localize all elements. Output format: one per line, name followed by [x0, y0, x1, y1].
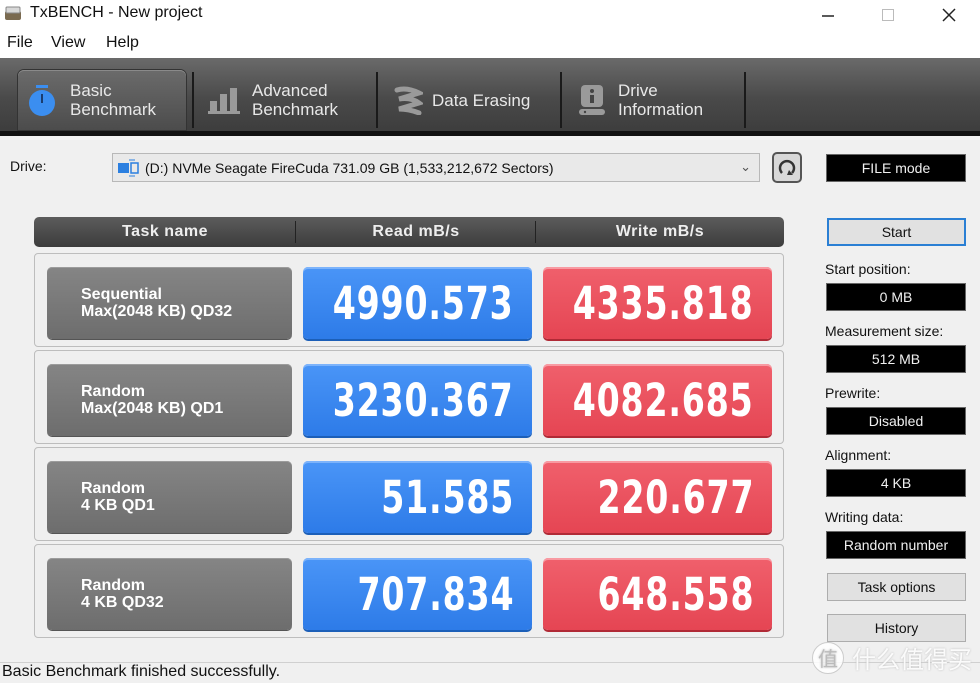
read-value: 3230.367 [333, 373, 514, 427]
start-button[interactable]: Start [827, 218, 966, 246]
tab-label-line2: Benchmark [70, 100, 156, 119]
task-line1: Sequential [81, 286, 162, 303]
start-position-value[interactable]: 0 MB [826, 283, 966, 311]
maximize-icon [882, 9, 894, 21]
history-button[interactable]: History [827, 614, 966, 642]
header-task-name: Task name [121, 223, 209, 240]
tab-data-erasing[interactable]: Data Erasing [390, 70, 558, 130]
maximize-button[interactable] [865, 0, 911, 30]
minimize-button[interactable] [805, 0, 851, 30]
stopwatch-icon [24, 82, 60, 118]
drive-icon [118, 159, 139, 176]
menu-file[interactable]: File [7, 34, 33, 52]
tab-advanced-benchmark[interactable]: Advanced Benchmark [206, 70, 374, 130]
menu-view[interactable]: View [51, 34, 85, 52]
mode-indicator: FILE mode [826, 154, 966, 182]
header-read: Read mB/s [372, 223, 460, 240]
read-value: 51.585 [380, 470, 514, 524]
prewrite-label: Prewrite: [825, 385, 881, 401]
header-write: Write mB/s [615, 223, 705, 240]
tab-label-line1: Data Erasing [432, 90, 531, 110]
write-value-cell: 648.558 [543, 558, 772, 630]
task-line2: Max(2048 KB) QD1 [81, 400, 224, 417]
table-row: Random 4 KB QD1 51.585 220.677 [34, 447, 784, 541]
write-value: 4082.685 [573, 373, 754, 427]
menu-bar: File View Help [0, 30, 980, 58]
watermark-badge: 值 [812, 641, 844, 674]
write-value: 220.677 [597, 470, 754, 524]
window-title: TxBENCH - New project [30, 4, 203, 21]
tab-label-line1: Basic [70, 81, 112, 100]
drive-label: Drive: [10, 158, 47, 174]
alignment-value[interactable]: 4 KB [826, 469, 966, 497]
results-table-header: Task name Read mB/s Write mB/s [34, 217, 784, 247]
task-line2: 4 KB QD1 [81, 497, 155, 514]
tab-label-line1: Advanced [252, 81, 328, 100]
task-name-cell[interactable]: Random 4 KB QD1 [47, 461, 292, 533]
eraser-icon [390, 82, 426, 118]
task-options-button[interactable]: Task options [827, 573, 966, 601]
write-value: 648.558 [597, 567, 754, 621]
tab-divider [192, 72, 194, 128]
title-bar: TxBENCH - New project [0, 0, 980, 30]
tab-basic-benchmark[interactable]: Basic Benchmark [18, 70, 186, 130]
tab-divider [560, 72, 562, 128]
write-value-cell: 4335.818 [543, 267, 772, 339]
read-value-cell: 3230.367 [303, 364, 532, 436]
close-button[interactable] [926, 0, 972, 30]
drive-select-value: (D:) NVMe Seagate FireCuda 731.09 GB (1,… [145, 159, 554, 176]
tab-drive-information[interactable]: Drive Information [574, 70, 742, 130]
task-line2: 4 KB QD32 [81, 594, 164, 611]
read-value-cell: 4990.573 [303, 267, 532, 339]
drive-info-icon [574, 82, 610, 118]
tab-label-line2: Benchmark [252, 100, 338, 119]
start-position-label: Start position: [825, 261, 911, 277]
chevron-down-icon: ⌄ [740, 159, 751, 174]
refresh-button[interactable] [772, 152, 802, 183]
tab-label-line2: Information [618, 100, 704, 119]
task-line1: Random [81, 577, 145, 594]
refresh-icon [778, 159, 796, 175]
close-icon [942, 8, 956, 22]
read-value-cell: 51.585 [303, 461, 532, 533]
write-value-cell: 4082.685 [543, 364, 772, 436]
watermark: 值 什么值得买 [812, 640, 972, 675]
table-row: Random 4 KB QD32 707.834 648.558 [34, 544, 784, 638]
tab-bar: Basic Benchmark Advanced Benchmark Data Er… [0, 58, 980, 136]
read-value: 707.834 [357, 567, 514, 621]
read-value: 4990.573 [333, 276, 514, 330]
table-row: Sequential Max(2048 KB) QD32 4990.573 433… [34, 253, 784, 347]
task-name-cell[interactable]: Sequential Max(2048 KB) QD32 [47, 267, 292, 339]
app-icon [5, 6, 21, 20]
measurement-size-label: Measurement size: [825, 323, 944, 339]
task-line1: Random [81, 480, 145, 497]
status-text: Basic Benchmark finished successfully. [2, 663, 281, 680]
write-value-cell: 220.677 [543, 461, 772, 533]
drive-select[interactable]: (D:) NVMe Seagate FireCuda 731.09 GB (1,… [112, 153, 760, 182]
minimize-icon [822, 15, 834, 17]
read-value-cell: 707.834 [303, 558, 532, 630]
measurement-size-value[interactable]: 512 MB [826, 345, 966, 373]
task-line2: Max(2048 KB) QD32 [81, 303, 233, 320]
bar-chart-icon [206, 82, 242, 118]
tab-divider [376, 72, 378, 128]
table-row: Random Max(2048 KB) QD1 3230.367 4082.685 [34, 350, 784, 444]
task-name-cell[interactable]: Random Max(2048 KB) QD1 [47, 364, 292, 436]
menu-help[interactable]: Help [106, 34, 139, 52]
watermark-text: 什么值得买 [852, 647, 972, 674]
prewrite-value[interactable]: Disabled [826, 407, 966, 435]
task-line1: Random [81, 383, 145, 400]
writing-data-value[interactable]: Random number [826, 531, 966, 559]
tab-label-line1: Drive [618, 81, 658, 100]
write-value: 4335.818 [573, 276, 754, 330]
task-name-cell[interactable]: Random 4 KB QD32 [47, 558, 292, 630]
alignment-label: Alignment: [825, 447, 892, 463]
writing-data-label: Writing data: [825, 509, 904, 525]
tab-divider [744, 72, 746, 128]
